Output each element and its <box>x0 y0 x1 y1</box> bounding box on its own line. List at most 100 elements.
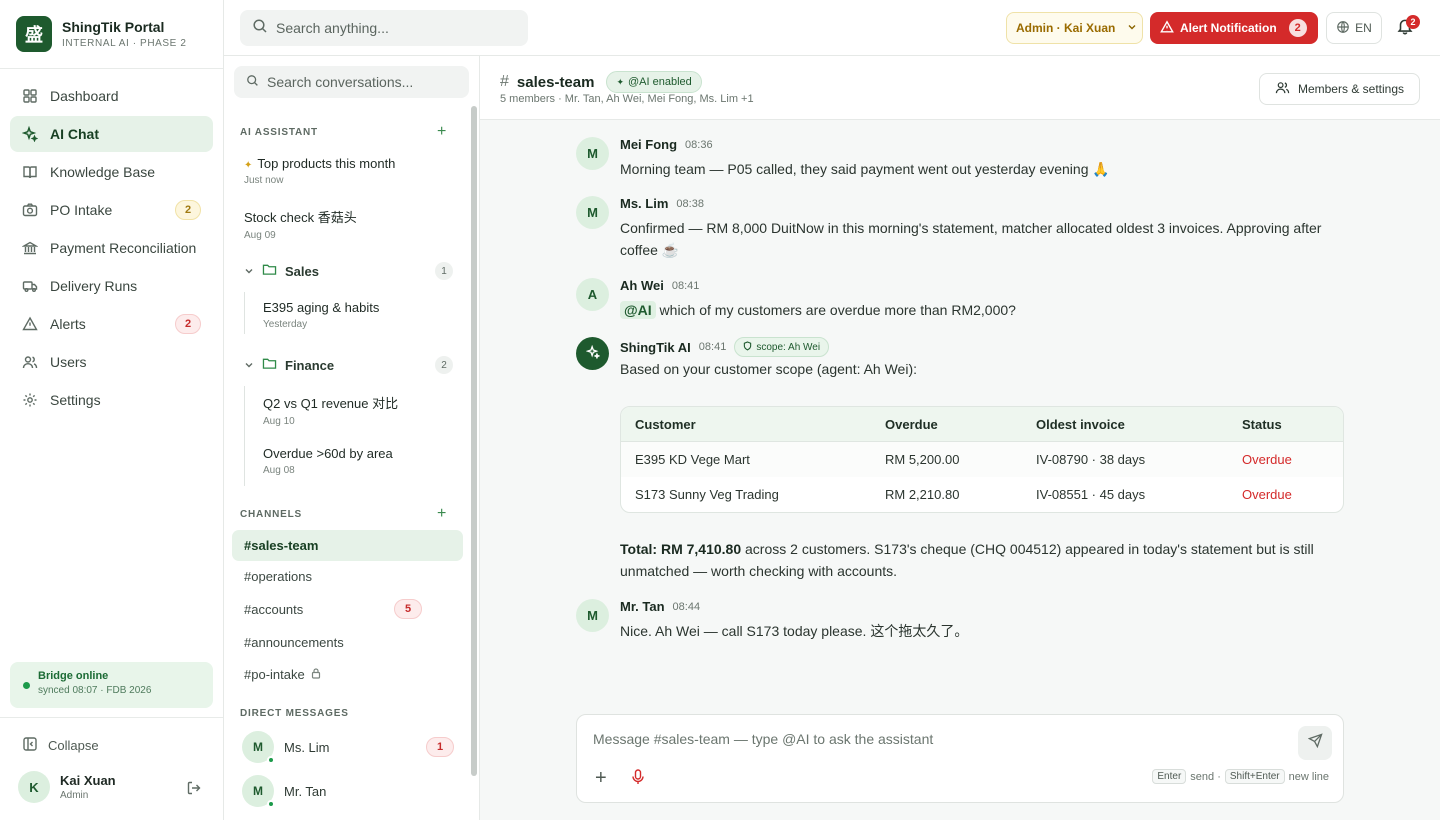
folder-conversation-item[interactable]: Q2 vs Q1 revenue 对比 Aug 10 <box>263 393 398 427</box>
cell-oldest-invoice: IV-08551 · 45 days <box>1036 487 1146 502</box>
conversation-search-input[interactable] <box>267 74 457 90</box>
global-search-input[interactable] <box>276 20 516 36</box>
section-header-channels: CHANNELS <box>240 509 302 520</box>
cell-overdue: RM 5,200.00 <box>871 442 1022 477</box>
nav-label: Payment Reconciliation <box>50 240 197 256</box>
dm-ms-lim[interactable]: M Ms. Lim <box>242 731 330 764</box>
new-ai-chat-button[interactable]: + <box>437 124 446 140</box>
ai-conversation-item[interactable]: Stock check 香菇头 Aug 09 <box>244 207 357 241</box>
brand[interactable]: 盛 ShingTik Portal INTERNAL AI · PHASE 2 <box>16 16 187 52</box>
channel-sales-team[interactable]: #sales-team <box>232 530 463 561</box>
alert-notification-button[interactable]: Alert Notification 2 <box>1150 12 1318 44</box>
section-header-dms: DIRECT MESSAGES <box>240 708 349 719</box>
folder-count: 1 <box>435 262 453 280</box>
conversation-title: Stock check 香菇头 <box>244 210 357 225</box>
nav-item-dashboard[interactable]: Dashboard <box>10 78 213 114</box>
language-switcher[interactable]: EN <box>1326 12 1382 44</box>
role-switcher[interactable]: Admin · Kai Xuan <box>1006 12 1143 44</box>
notifications-bell[interactable]: 2 <box>1396 15 1420 40</box>
unread-badge: 5 <box>394 599 422 619</box>
channel-announcements[interactable]: #announcements <box>232 627 463 658</box>
user-profile[interactable]: K Kai Xuan Admin <box>18 771 116 803</box>
conversation-search[interactable] <box>234 66 469 98</box>
nav-item-settings[interactable]: Settings <box>10 382 213 418</box>
nav-item-users[interactable]: Users <box>10 344 213 380</box>
conversation-time: Aug 09 <box>244 230 276 241</box>
sender-name: Ah Wei <box>620 278 664 293</box>
channel-operations[interactable]: #operations <box>232 561 463 592</box>
main-nav: Dashboard AI Chat Knowledge Base PO Inta… <box>10 78 213 420</box>
nav-label: Knowledge Base <box>50 164 156 180</box>
hint-send: send · <box>1190 770 1221 783</box>
kbd-enter: Enter <box>1152 769 1187 784</box>
new-channel-button[interactable]: + <box>437 506 446 522</box>
folder-sales[interactable]: Sales <box>244 263 319 279</box>
message-body: which of my customers are overdue more t… <box>659 302 1016 318</box>
language-label: EN <box>1355 21 1372 35</box>
kbd-shift-enter: Shift+Enter <box>1224 769 1285 784</box>
dm-name: Ms. Lim <box>284 739 330 755</box>
channel-accounts[interactable]: #accounts 5 <box>232 594 463 625</box>
global-search[interactable] <box>240 10 528 46</box>
nav-item-knowledge-base[interactable]: Knowledge Base <box>10 154 213 190</box>
globe-icon <box>1336 20 1350 37</box>
avatar-initial: M <box>253 784 263 798</box>
nav-item-ai-chat[interactable]: AI Chat <box>10 116 213 152</box>
microphone-icon[interactable] <box>631 769 645 790</box>
folder-name: Sales <box>285 263 319 279</box>
collapse-icon <box>22 736 38 755</box>
book-icon <box>22 164 38 180</box>
nav-item-delivery-runs[interactable]: Delivery Runs <box>10 268 213 304</box>
folder-conversation-item[interactable]: Overdue >60d by area Aug 08 <box>263 446 393 476</box>
nav-item-alerts[interactable]: Alerts 2 <box>10 306 213 342</box>
table-header-row: Customer Overdue Oldest invoice Status <box>621 407 1343 442</box>
sparkles-icon <box>585 344 600 362</box>
attach-button[interactable]: + <box>595 768 607 788</box>
send-button[interactable] <box>1298 726 1332 760</box>
scrollbar[interactable] <box>471 106 477 776</box>
dm-mr-tan[interactable]: M Mr. Tan <box>242 775 326 808</box>
nav-label: Dashboard <box>50 88 119 104</box>
ai-mention[interactable]: @AI <box>620 301 656 319</box>
users-icon <box>22 354 38 370</box>
user-name: Kai Xuan <box>60 773 116 788</box>
column-header: Overdue <box>871 407 1022 442</box>
avatar: M <box>576 137 609 170</box>
nav-item-payment-reconciliation[interactable]: Payment Reconciliation <box>10 230 213 266</box>
collapse-button[interactable]: Collapse <box>22 736 99 755</box>
ai-conversation-item[interactable]: ✦ Top products this month Just now <box>244 156 395 186</box>
folder-finance[interactable]: Finance <box>244 357 334 373</box>
message-input[interactable] <box>593 731 1273 747</box>
search-icon <box>246 74 259 90</box>
nav-item-po-intake[interactable]: PO Intake 2 <box>10 192 213 228</box>
bridge-status: Bridge online synced 08:07 · FDB 2026 <box>10 662 213 708</box>
sidebar: 盛 ShingTik Portal INTERNAL AI · PHASE 2 … <box>0 0 224 820</box>
conversation-time: Yesterday <box>263 319 308 330</box>
summary-total: Total: RM 7,410.80 <box>620 541 742 557</box>
ai-avatar <box>576 337 609 370</box>
scope-label: scope: Ah Wei <box>756 341 821 353</box>
grid-icon <box>22 88 38 104</box>
message-composer: + Enter send · Shift+Enter new line <box>576 714 1344 803</box>
channel-po-intake[interactable]: #po-intake <box>232 659 463 690</box>
folder-conversation-item[interactable]: E395 aging & habits Yesterday <box>263 300 379 330</box>
sender-name: Ms. Lim <box>620 196 669 211</box>
section-header-ai: AI ASSISTANT <box>240 127 318 138</box>
channel-title: # sales-team ✦ @AI enabled <box>500 71 702 93</box>
sender-name: ShingTik AI <box>620 339 691 355</box>
online-indicator <box>267 800 275 808</box>
app-name: ShingTik Portal <box>62 19 165 35</box>
avatar: M <box>242 731 275 764</box>
alert-label: Alert Notification <box>1180 21 1277 35</box>
logout-icon[interactable] <box>186 780 202 801</box>
conversation-title: Q2 vs Q1 revenue 对比 <box>263 396 399 411</box>
members-settings-button[interactable]: Members & settings <box>1259 73 1420 105</box>
chevron-down-icon <box>244 264 254 279</box>
app-logo: 盛 <box>16 16 52 52</box>
nav-label: Delivery Runs <box>50 278 138 294</box>
nav-label: Alerts <box>50 316 86 332</box>
nav-label: Users <box>50 354 87 370</box>
sparkles-icon: ✦ <box>616 76 625 87</box>
warning-icon <box>1160 19 1174 37</box>
search-icon <box>252 18 268 39</box>
